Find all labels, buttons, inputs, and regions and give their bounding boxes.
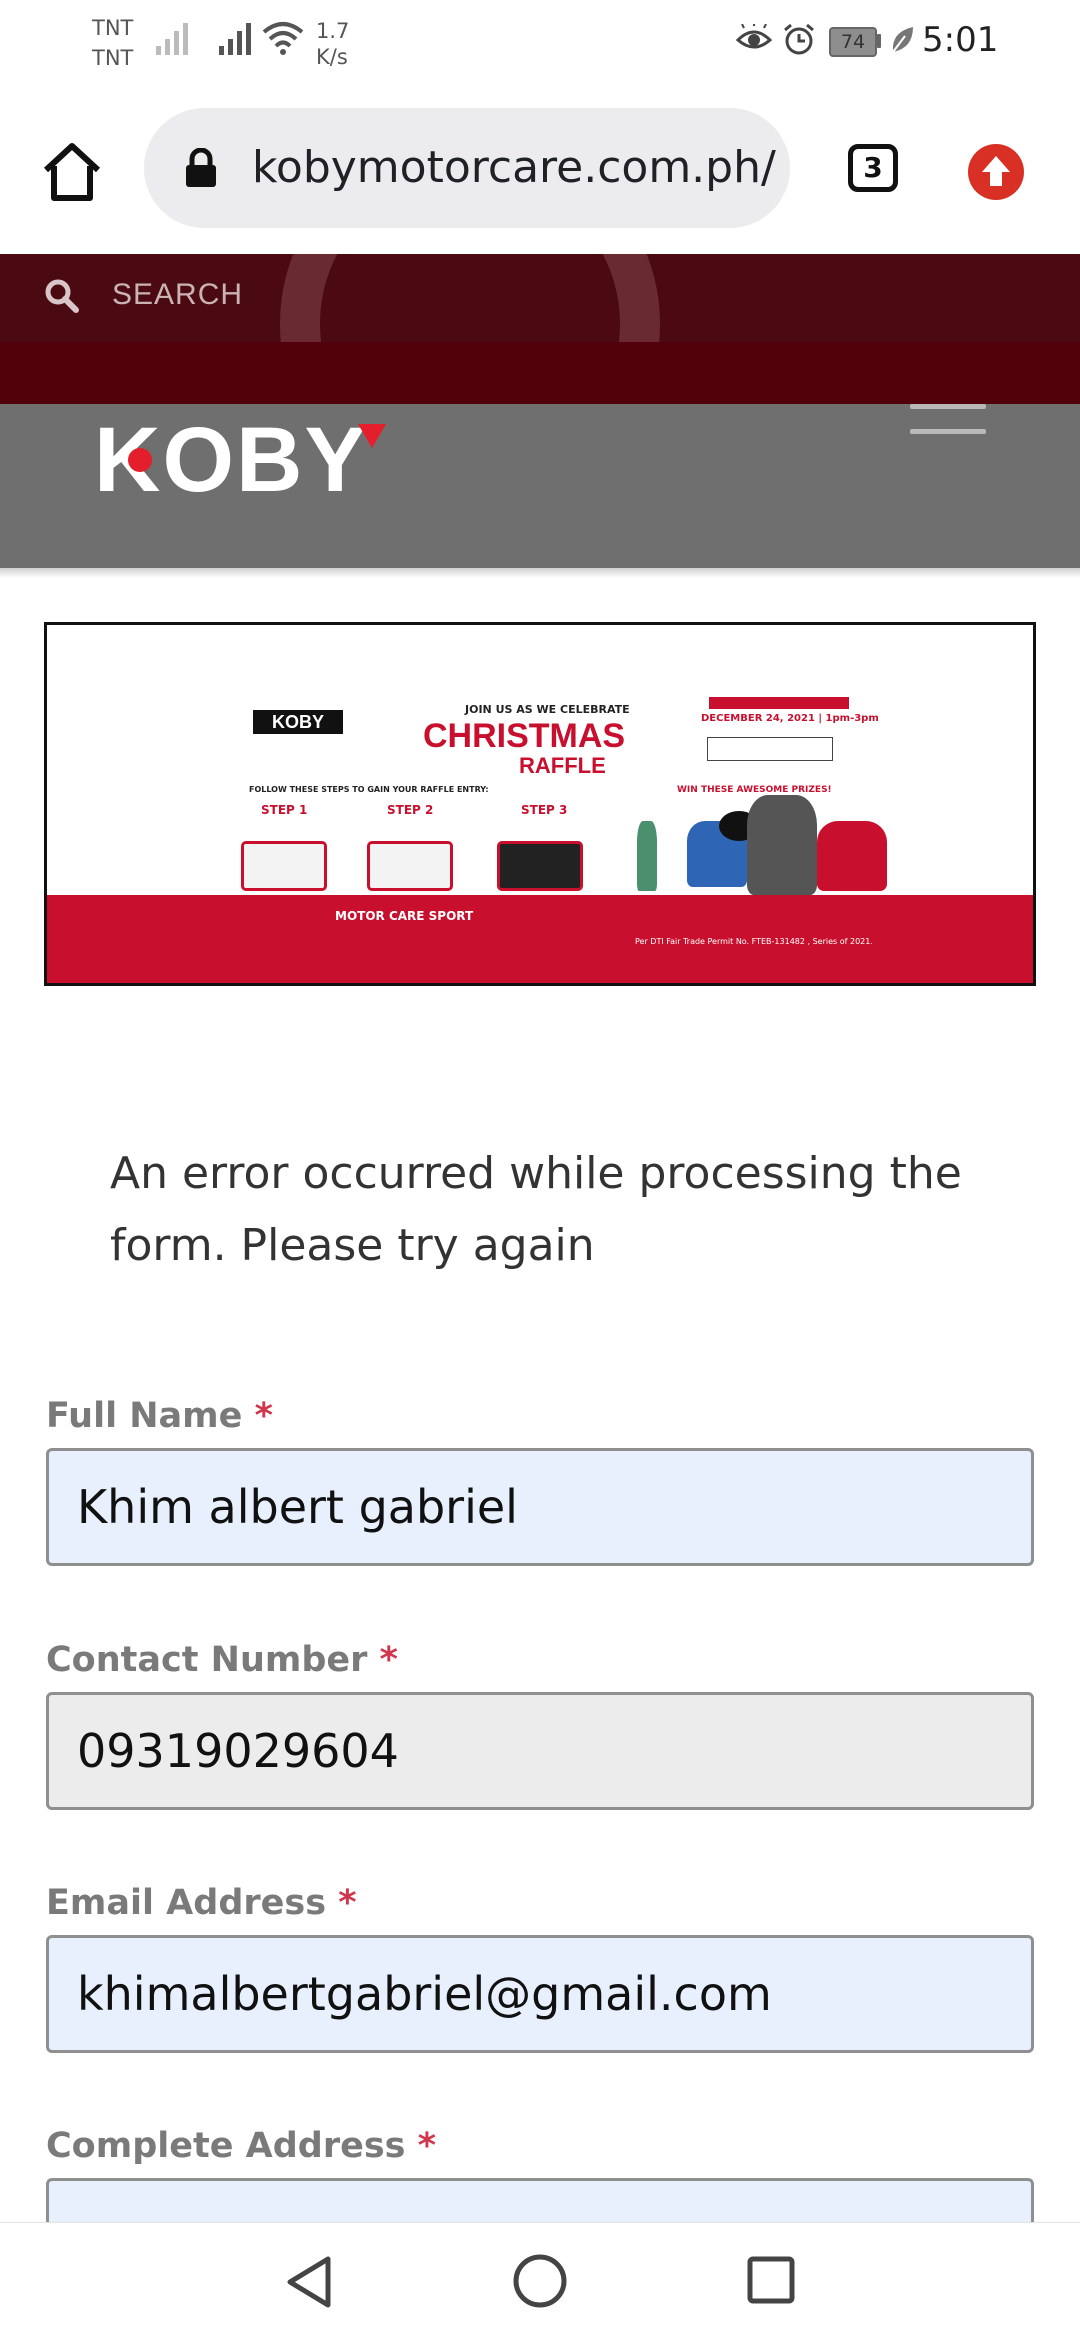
email-address-label-text: Email Address (46, 1883, 327, 1923)
url-text: kobymotorcare.com.ph/ (252, 142, 776, 193)
hamburger-menu-icon[interactable] (910, 404, 986, 460)
recent-apps-icon[interactable] (746, 2255, 796, 2305)
clock: 5:01 (922, 20, 999, 60)
banner-follow-text: FOLLOW THESE STEPS TO GAIN YOUR RAFFLE E… (249, 785, 489, 794)
full-name-label-text: Full Name (46, 1396, 243, 1436)
email-field[interactable]: khimalbertgabriel@gmail.com (46, 1935, 1034, 2053)
banner-date: DECEMBER 24, 2021 | 1pm-3pm (701, 713, 879, 724)
signal-weak-icon (156, 23, 188, 55)
eye-comfort-icon (736, 24, 772, 49)
required-asterisk: * (254, 1396, 273, 1436)
carrier-label-2: TNT (92, 46, 134, 70)
logo-red-dot (128, 448, 152, 472)
contact-number-label: Contact Number * (46, 1640, 398, 1680)
network-speed: 1.7 K/s (316, 18, 349, 70)
carrier-label-1: TNT (92, 16, 134, 40)
banner-footer-brand: MOTOR CARE SPORT (335, 909, 474, 923)
banner-title-line2: RAFFLE (519, 753, 606, 778)
complete-address-field[interactable] (46, 2178, 1034, 2222)
header-shadow (0, 568, 1080, 578)
required-asterisk: * (379, 1640, 398, 1680)
banner-motorcycle-red (817, 821, 887, 891)
system-navigation-bar (0, 2222, 1080, 2341)
lock-icon (186, 148, 216, 187)
banner-step-3-thumb (497, 841, 583, 891)
christmas-raffle-banner: KOBY JOIN US AS WE CELEBRATE CHRISTMAS R… (44, 622, 1036, 986)
wifi-icon (262, 22, 304, 55)
signal-strong-icon (219, 23, 251, 55)
banner-permit: Per DTI Fair Trade Permit No. FTEB-13148… (635, 937, 873, 946)
full-name-label: Full Name * (46, 1396, 273, 1436)
search-icon[interactable] (44, 278, 80, 314)
banner-step-1-thumb (241, 841, 327, 891)
network-speed-value: 1.7 (316, 19, 350, 43)
complete-address-label-text: Complete Address (46, 2126, 406, 2166)
banner-leading-brand-box (707, 737, 833, 761)
tab-switcher-button[interactable]: 3 (848, 144, 898, 192)
banner-step-1: STEP 1 (261, 803, 308, 817)
battery-level: 74 (829, 27, 877, 57)
koby-logo[interactable]: KOBY (94, 410, 386, 510)
arrow-up-icon (982, 156, 1010, 186)
banner-red-band (47, 895, 1033, 983)
contact-number-label-text: Contact Number (46, 1640, 368, 1680)
banner-scooter-gray (747, 795, 817, 895)
required-asterisk: * (338, 1883, 357, 1923)
battery-tip (877, 34, 881, 48)
banner-step-2: STEP 2 (387, 803, 434, 817)
menu-line-1 (910, 404, 986, 409)
complete-address-label: Complete Address * (46, 2126, 436, 2166)
network-speed-unit: K/s (316, 45, 348, 69)
banner-spray-can (637, 821, 657, 891)
form-error-message: An error occurred while processing the f… (110, 1148, 962, 1271)
home-circle-icon[interactable] (512, 2253, 568, 2309)
banner-join-text: JOIN US AS WE CELEBRATE (465, 703, 630, 716)
address-bar[interactable]: kobymotorcare.com.ph/ (144, 108, 790, 228)
power-saving-leaf-icon (892, 27, 913, 53)
update-button[interactable] (968, 144, 1024, 200)
full-name-field[interactable]: Khim albert gabriel (46, 1448, 1034, 1566)
email-address-label: Email Address * (46, 1883, 357, 1923)
banner-step-2-thumb (367, 841, 453, 891)
logo-red-triangle (358, 424, 386, 448)
search-strip-lower (0, 342, 1080, 404)
banner-win-text: WIN THESE AWESOME PRIZES! (677, 785, 832, 795)
contact-number-field[interactable]: 09319029604 (46, 1692, 1034, 1810)
required-asterisk: * (417, 2126, 437, 2166)
banner-logo: KOBY (253, 710, 343, 734)
site-search-label[interactable]: SEARCH (112, 278, 243, 312)
site-search-strip: SEARCH (0, 254, 1080, 404)
browser-toolbar: kobymotorcare.com.ph/ 3 (0, 88, 1080, 254)
menu-line-2 (910, 429, 986, 434)
alarm-icon (784, 23, 814, 55)
site-logo-bar: KOBY (0, 404, 1080, 578)
banner-invite-ribbon (709, 697, 849, 709)
banner-title-line1: CHRISTMAS (423, 717, 626, 755)
back-icon[interactable] (282, 2253, 336, 2311)
status-bar: TNT TNT 1.7 K/s 74 5:01 (0, 0, 1080, 88)
banner-step-3: STEP 3 (521, 803, 568, 817)
home-icon[interactable] (40, 140, 104, 204)
